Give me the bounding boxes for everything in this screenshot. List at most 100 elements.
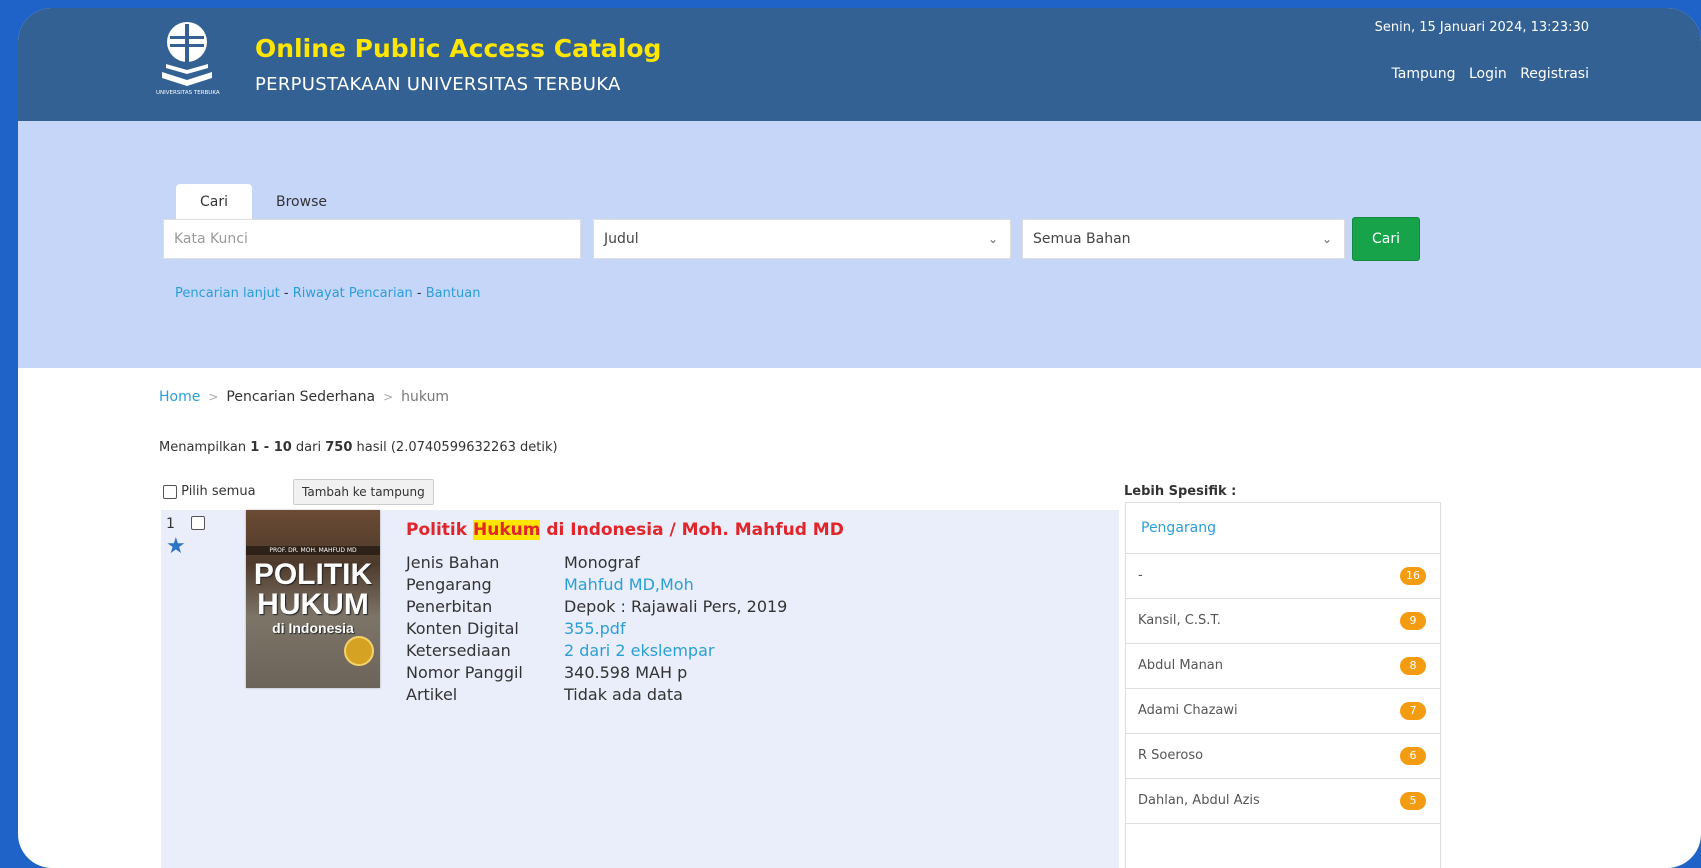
meta-row-konten-digital: Konten Digital 355.pdf: [406, 618, 787, 640]
facet-item-label: Kansil, C.S.T.: [1138, 613, 1221, 628]
facet-item[interactable]: Kansil, C.S.T. 9: [1126, 599, 1440, 644]
facet-item[interactable]: R Soeroso 6: [1126, 734, 1440, 779]
meta-row-ketersediaan: Ketersediaan 2 dari 2 ekslempar: [406, 640, 787, 662]
meta-label: Jenis Bahan: [406, 553, 500, 572]
breadcrumb-separator-icon: >: [208, 390, 219, 404]
app-title[interactable]: Online Public Access Catalog: [255, 34, 661, 63]
facet-item[interactable]: - 16: [1126, 554, 1440, 599]
search-history-link[interactable]: Riwayat Pencarian: [293, 286, 413, 301]
facet-item-label: R Soeroso: [1138, 748, 1204, 763]
login-link[interactable]: Login: [1469, 66, 1507, 82]
cover-author: PROF. DR. MOH. MAHFUD MD: [246, 546, 380, 555]
meta-label: Konten Digital: [406, 619, 519, 638]
sublink-separator: -: [412, 286, 426, 301]
meta-label: Ketersediaan: [406, 641, 511, 660]
breadcrumb-current: hukum: [401, 389, 450, 405]
facet-item-label: Dahlan, Abdul Azis: [1138, 793, 1260, 808]
current-datetime: Senin, 15 Januari 2024, 13:23:30: [1374, 20, 1589, 35]
meta-label: Artikel: [406, 685, 458, 704]
summary-prefix: Menampilkan: [159, 440, 251, 455]
chevron-down-icon: ⌄: [987, 232, 998, 246]
search-button[interactable]: Cari: [1352, 217, 1420, 261]
meta-row-jenis-bahan: Jenis Bahan Monograf: [406, 552, 787, 574]
availability-link[interactable]: 2 dari 2 ekslempar: [564, 641, 714, 660]
meta-row-penerbitan: Penerbitan Depok : Rajawali Pers, 2019: [406, 596, 787, 618]
tampung-link[interactable]: Tampung: [1392, 66, 1456, 82]
facet-count-badge: 6: [1400, 747, 1426, 765]
meta-row-artikel: Artikel Tidak ada data: [406, 684, 787, 706]
meta-label: Nomor Panggil: [406, 663, 523, 682]
chevron-down-icon: ⌄: [1321, 232, 1332, 246]
material-type-value: Semua Bahan: [1033, 231, 1131, 247]
title-highlight: Hukum: [472, 520, 541, 540]
title-before: Politik: [406, 520, 473, 540]
breadcrumb-simple-search[interactable]: Pencarian Sederhana: [226, 389, 375, 405]
sublink-separator: -: [279, 286, 293, 301]
cover-title-line1: POLITIK: [253, 558, 373, 591]
advanced-search-link[interactable]: Pencarian lanjut: [175, 286, 280, 301]
result-checkbox[interactable]: [191, 516, 205, 530]
add-to-cart-button[interactable]: Tambah ke tampung: [293, 479, 434, 505]
cover-title-line3: di Indonesia: [272, 620, 354, 636]
help-link[interactable]: Bantuan: [426, 286, 481, 301]
result-title[interactable]: Politik Hukum di Indonesia / Moh. Mahfud…: [406, 520, 844, 540]
breadcrumb: Home > Pencarian Sederhana > hukum: [159, 389, 449, 405]
breadcrumb-home[interactable]: Home: [159, 389, 200, 405]
facet-count-badge: 8: [1400, 657, 1426, 675]
tab-browse[interactable]: Browse: [252, 184, 351, 220]
result-metadata: Jenis Bahan Monograf Pengarang Mahfud MD,M…: [406, 552, 787, 706]
meta-value: 340.598 MAH p: [564, 663, 688, 682]
university-logo[interactable]: [156, 20, 218, 100]
meta-row-pengarang: Pengarang Mahfud MD,Moh: [406, 574, 787, 596]
page-frame: UNIVERSITAS TERBUKA Online Public Access…: [18, 8, 1701, 868]
facet-item-label: Abdul Manan: [1138, 658, 1224, 673]
result-number: 1: [166, 516, 175, 532]
app-subtitle: PERPUSTAKAAN UNIVERSITAS TERBUKA: [255, 74, 621, 95]
keyword-input[interactable]: [163, 219, 581, 259]
facet-title: Lebih Spesifik :: [1124, 484, 1237, 499]
logo-caption: UNIVERSITAS TERBUKA: [156, 90, 220, 96]
facet-count-badge: 5: [1400, 792, 1426, 810]
award-badge-icon: [344, 636, 374, 666]
select-all[interactable]: Pilih semua: [163, 484, 256, 499]
facet-item[interactable]: Dahlan, Abdul Azis 5: [1126, 779, 1440, 824]
result-item: 1 ★ PROF. DR. MOH. MAHFUD MD POLITIK HUK…: [161, 510, 1119, 868]
summary-range: 1 - 10: [250, 440, 292, 455]
meta-value: Depok : Rajawali Pers, 2019: [564, 597, 788, 616]
facet-item[interactable]: Adami Chazawi 7: [1126, 689, 1440, 734]
meta-label: Penerbitan: [406, 597, 493, 616]
facet-count-badge: 7: [1400, 702, 1426, 720]
meta-row-nomor-panggil: Nomor Panggil 340.598 MAH p: [406, 662, 787, 684]
star-icon[interactable]: ★: [166, 534, 186, 559]
facet-item[interactable]: Abdul Manan 8: [1126, 644, 1440, 689]
author-link[interactable]: Mahfud MD,Moh: [564, 575, 694, 594]
material-type-select[interactable]: Semua Bahan ⌄: [1022, 219, 1345, 259]
search-panel: CariBrowse Judul ⌄ Semua Bahan ⌄ Cari Pe…: [18, 121, 1701, 368]
facet-count-badge: 16: [1400, 567, 1426, 585]
meta-value: Tidak ada data: [564, 685, 683, 704]
tab-cari[interactable]: Cari: [176, 184, 252, 220]
facet-count-badge: 9: [1400, 612, 1426, 630]
search-tabs: Cari Browse: [176, 184, 351, 220]
summary-total: 750: [325, 440, 353, 455]
cover-title-line2: HUKUM: [257, 588, 369, 621]
breadcrumb-separator-icon: >: [383, 390, 394, 404]
facet-item-label: Adami Chazawi: [1138, 703, 1238, 718]
search-field-value: Judul: [604, 231, 639, 247]
select-all-checkbox[interactable]: [163, 484, 177, 499]
search-field-select[interactable]: Judul ⌄: [593, 219, 1011, 259]
meta-label: Pengarang: [406, 575, 492, 594]
facet-item-label: -: [1138, 568, 1143, 583]
facet-panel: Pengarang - 16 Kansil, C.S.T. 9 Abdul Mana…: [1125, 502, 1441, 868]
facet-group-pengarang[interactable]: Pengarang: [1126, 503, 1440, 554]
title-after: di Indonesia / Moh. Mahfud MD: [540, 520, 844, 540]
digital-content-link[interactable]: 355.pdf: [564, 619, 626, 638]
result-summary: Menampilkan 1 - 10 dari 750 hasil (2.074…: [159, 440, 558, 455]
search-sublinks: Pencarian lanjut - Riwayat Pencarian - B…: [175, 286, 480, 301]
select-all-label: Pilih semua: [181, 484, 256, 499]
registrasi-link[interactable]: Registrasi: [1520, 66, 1589, 82]
summary-mid: dari: [291, 440, 326, 455]
site-header: UNIVERSITAS TERBUKA Online Public Access…: [18, 8, 1701, 121]
book-cover[interactable]: PROF. DR. MOH. MAHFUD MD POLITIK HUKUM d…: [246, 510, 380, 688]
summary-suffix: hasil (2.0740599632263 detik): [352, 440, 558, 455]
